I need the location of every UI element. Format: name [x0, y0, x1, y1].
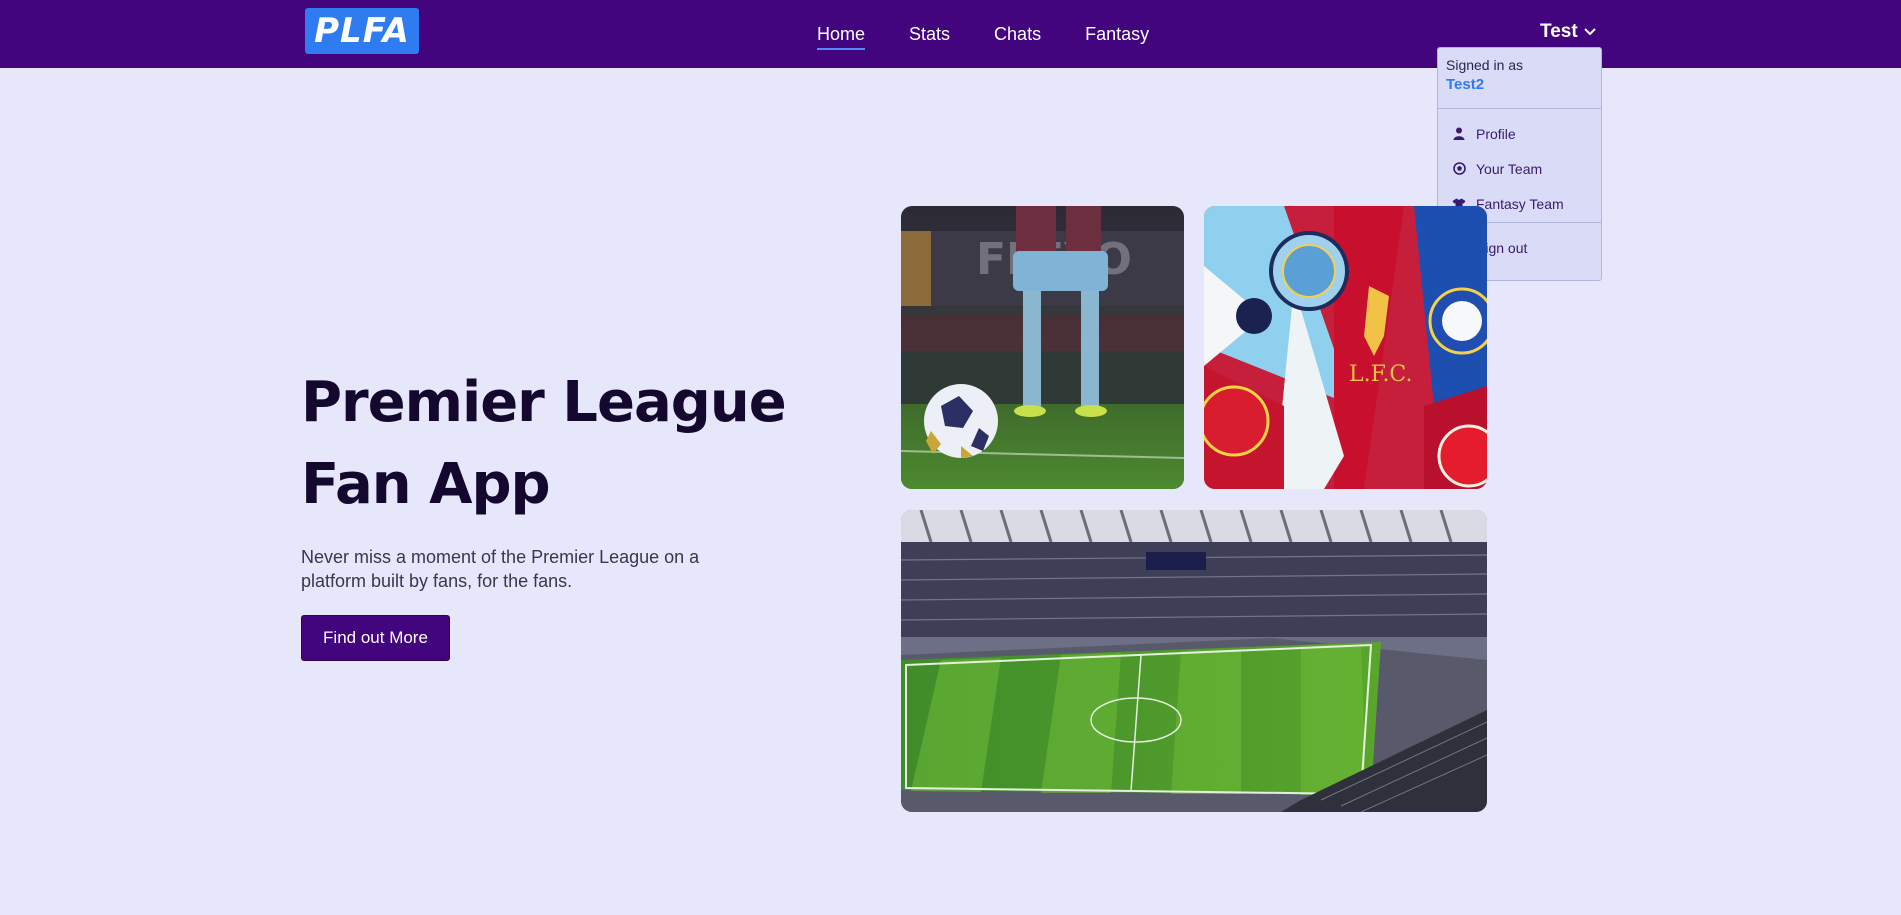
- hero-title-line-2: Fan App: [301, 452, 551, 517]
- dropdown-item-your-team[interactable]: Your Team: [1438, 151, 1601, 186]
- top-navbar: PLFA Home Stats Chats Fantasy Test: [0, 0, 1901, 68]
- club-crests-flags-image: L.F.C.: [1204, 206, 1487, 489]
- nav-link-home[interactable]: Home: [817, 24, 866, 50]
- signed-in-user: Test2: [1446, 76, 1485, 93]
- hero-title: Premier League Fan App: [301, 362, 801, 526]
- dropdown-header: Signed in as Test2: [1438, 48, 1601, 109]
- dropdown-item-label: Your Team: [1476, 160, 1543, 177]
- dropdown-item-label: Profile: [1476, 125, 1516, 142]
- dropdown-item-profile[interactable]: Profile: [1438, 116, 1601, 151]
- username-label: Test: [1540, 21, 1578, 42]
- nav-link-chats[interactable]: Chats: [994, 24, 1041, 45]
- chevron-down-icon: [1583, 28, 1596, 36]
- signed-in-label: Signed in as: [1446, 57, 1524, 73]
- person-icon: [1452, 127, 1466, 141]
- plfa-logo[interactable]: PLFA: [305, 8, 419, 54]
- hero-description: Never miss a moment of the Premier Leagu…: [301, 547, 700, 591]
- stadium-image: [901, 510, 1487, 812]
- main-nav: Home Stats Chats Fantasy: [795, 0, 1171, 68]
- user-menu-toggle[interactable]: Test: [1540, 21, 1596, 43]
- nav-link-stats[interactable]: Stats: [909, 24, 950, 45]
- dropdown-item-label: Fantasy Team: [1476, 195, 1564, 212]
- football-icon: [1452, 162, 1466, 176]
- svg-text:L.F.C.: L.F.C.: [1349, 362, 1412, 387]
- find-out-more-button[interactable]: Find out More: [301, 615, 450, 661]
- nav-link-fantasy[interactable]: Fantasy: [1085, 24, 1149, 45]
- hero-title-line-1: Premier League: [301, 370, 787, 435]
- logo-text: PLFA: [314, 11, 410, 51]
- football-on-pitch-image: FLEYO: [901, 206, 1184, 489]
